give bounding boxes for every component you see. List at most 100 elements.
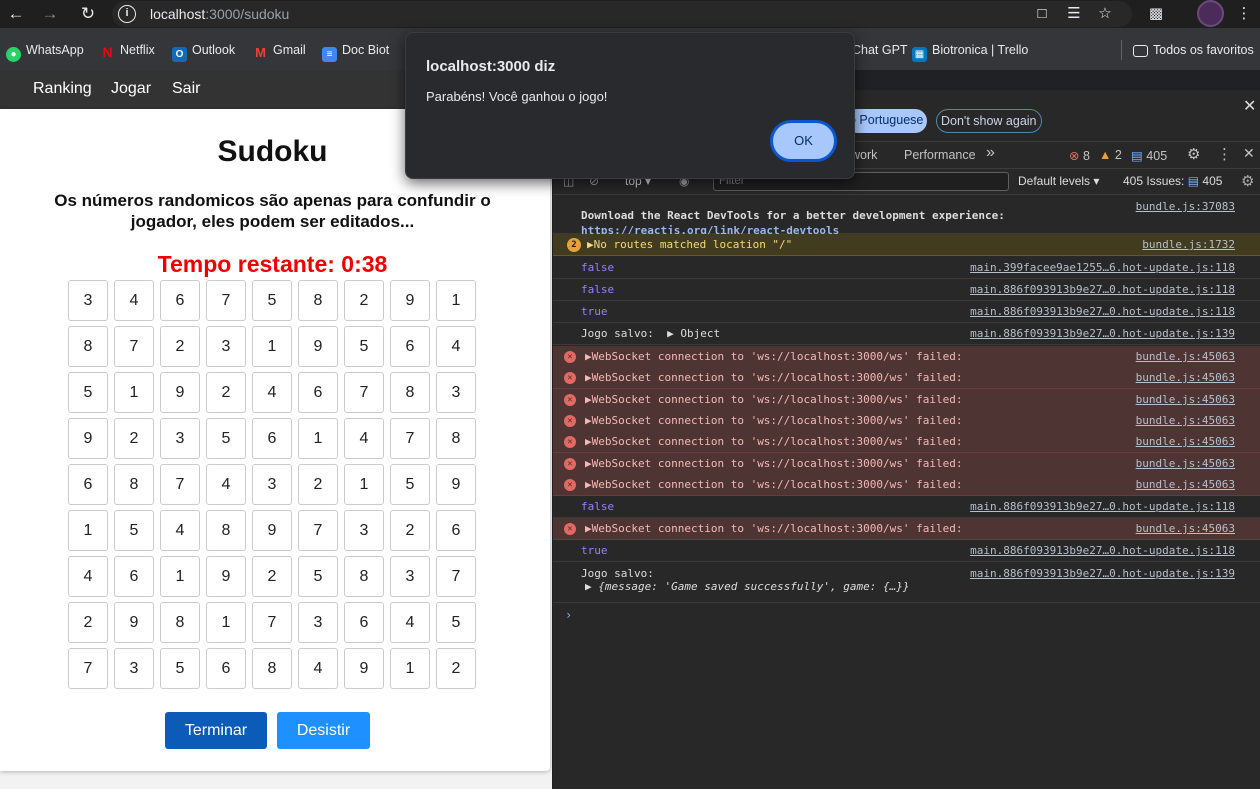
sudoku-cell[interactable]: 6 — [344, 602, 384, 643]
sudoku-cell[interactable]: 5 — [436, 602, 476, 643]
sudoku-cell[interactable]: 3 — [160, 418, 200, 459]
sudoku-cell[interactable]: 1 — [160, 556, 200, 597]
sudoku-cell[interactable]: 2 — [390, 510, 430, 551]
sudoku-cell[interactable]: 8 — [390, 372, 430, 413]
object-preview[interactable]: Object — [680, 327, 720, 340]
bookmark-gmail[interactable]: M Gmail — [253, 40, 306, 60]
source-link[interactable]: bundle.js:45063 — [1136, 435, 1235, 448]
sudoku-cell[interactable]: 1 — [114, 372, 154, 413]
bookmark-star-icon[interactable]: ☆ — [1095, 4, 1115, 24]
sudoku-cell[interactable]: 4 — [160, 510, 200, 551]
source-link[interactable]: main.886f093913b9e27…0.hot-update.js:118 — [970, 305, 1235, 318]
sudoku-cell[interactable]: 8 — [298, 280, 338, 321]
sudoku-cell[interactable]: 5 — [206, 418, 246, 459]
sudoku-cell[interactable]: 6 — [252, 418, 292, 459]
sudoku-cell[interactable]: 8 — [206, 510, 246, 551]
sudoku-cell[interactable]: 7 — [206, 280, 246, 321]
sudoku-cell[interactable]: 9 — [390, 280, 430, 321]
source-link[interactable]: bundle.js:37083 — [1136, 200, 1235, 213]
install-app-icon[interactable]: □ — [1032, 4, 1052, 24]
sudoku-cell[interactable]: 8 — [114, 464, 154, 505]
sudoku-cell[interactable]: 8 — [344, 556, 384, 597]
expand-triangle-icon[interactable]: ▶ — [585, 457, 592, 470]
sudoku-cell[interactable]: 8 — [160, 602, 200, 643]
bookmark-doc-biot[interactable]: ≡ Doc Biot — [322, 40, 389, 62]
sudoku-cell[interactable]: 9 — [344, 648, 384, 689]
sudoku-cell[interactable]: 4 — [436, 326, 476, 367]
source-link[interactable]: bundle.js:45063 — [1136, 457, 1235, 470]
sudoku-cell[interactable]: 9 — [298, 326, 338, 367]
tab-performance[interactable]: Performance — [904, 148, 976, 162]
source-link[interactable]: bundle.js:45063 — [1136, 478, 1235, 491]
error-counter[interactable]: ⊗ 8 — [1069, 148, 1090, 163]
sudoku-cell[interactable]: 8 — [252, 648, 292, 689]
close-banner-icon[interactable]: ✕ — [1243, 96, 1256, 116]
sudoku-cell[interactable]: 3 — [68, 280, 108, 321]
sudoku-cell[interactable]: 7 — [390, 418, 430, 459]
forward-icon[interactable]: → — [38, 2, 62, 26]
sudoku-cell[interactable]: 2 — [252, 556, 292, 597]
reload-icon[interactable]: ↻ — [76, 2, 100, 26]
bookmark-chatgpt[interactable]: Chat GPT — [852, 40, 908, 60]
sudoku-cell[interactable]: 7 — [252, 602, 292, 643]
expand-triangle-icon[interactable]: ▶ — [585, 371, 592, 384]
site-info-icon[interactable]: i — [118, 5, 136, 23]
bookmark-trello[interactable]: ▦ Biotronica | Trello — [912, 40, 1028, 62]
sudoku-cell[interactable]: 5 — [252, 280, 292, 321]
sudoku-cell[interactable]: 1 — [252, 326, 292, 367]
sudoku-cell[interactable]: 9 — [68, 418, 108, 459]
source-link[interactable]: bundle.js:45063 — [1136, 393, 1235, 406]
issues-counter[interactable]: ▤ 405 — [1131, 148, 1167, 163]
expand-triangle-icon[interactable]: ▶ — [585, 414, 592, 427]
profile-avatar[interactable] — [1197, 0, 1224, 27]
sudoku-cell[interactable]: 7 — [160, 464, 200, 505]
sudoku-cell[interactable]: 5 — [344, 326, 384, 367]
alert-ok-button[interactable]: OK — [770, 120, 837, 162]
sudoku-cell[interactable]: 9 — [160, 372, 200, 413]
sudoku-cell[interactable]: 6 — [390, 326, 430, 367]
url-text[interactable]: localhost:3000/sudoku — [150, 6, 289, 22]
expand-triangle-icon[interactable]: ▶ — [585, 435, 592, 448]
more-tabs-icon[interactable]: » — [986, 144, 995, 162]
bookmark-netflix[interactable]: N Netflix — [100, 40, 154, 60]
sudoku-cell[interactable]: 3 — [252, 464, 292, 505]
sudoku-cell[interactable]: 1 — [390, 648, 430, 689]
sudoku-cell[interactable]: 4 — [390, 602, 430, 643]
sudoku-cell[interactable]: 1 — [298, 418, 338, 459]
source-link[interactable]: bundle.js:45063 — [1136, 371, 1235, 384]
sudoku-cell[interactable]: 4 — [298, 648, 338, 689]
sudoku-cell[interactable]: 3 — [436, 372, 476, 413]
expand-triangle-icon[interactable]: ▶ — [587, 238, 594, 251]
back-icon[interactable]: ← — [4, 2, 28, 26]
warning-counter[interactable]: ▲ 2 — [1099, 148, 1122, 162]
devtools-menu-icon[interactable]: ⋮ — [1217, 145, 1232, 163]
source-link[interactable]: main.886f093913b9e27…0.hot-update.js:118 — [970, 500, 1235, 513]
source-link[interactable]: main.886f093913b9e27…0.hot-update.js:118 — [970, 544, 1235, 557]
sudoku-cell[interactable]: 2 — [114, 418, 154, 459]
sudoku-cell[interactable]: 2 — [206, 372, 246, 413]
sudoku-cell[interactable]: 7 — [436, 556, 476, 597]
sudoku-cell[interactable]: 2 — [298, 464, 338, 505]
bookmark-all-favorites[interactable]: Todos os favoritos — [1133, 40, 1254, 60]
sudoku-cell[interactable]: 3 — [206, 326, 246, 367]
source-link[interactable]: bundle.js:45063 — [1136, 522, 1235, 535]
sudoku-cell[interactable]: 6 — [114, 556, 154, 597]
quit-button[interactable]: Desistir — [277, 712, 370, 749]
sudoku-cell[interactable]: 1 — [344, 464, 384, 505]
sudoku-cell[interactable]: 2 — [344, 280, 384, 321]
source-link[interactable]: bundle.js:45063 — [1136, 350, 1235, 363]
sudoku-cell[interactable]: 5 — [114, 510, 154, 551]
nav-logout-link[interactable]: Sair — [172, 80, 200, 98]
console-prompt-icon[interactable]: › — [565, 608, 572, 622]
expand-triangle-icon[interactable]: ▶ — [660, 327, 680, 340]
source-link[interactable]: main.886f093913b9e27…0.hot-update.js:118 — [970, 283, 1235, 296]
log-levels-dropdown[interactable]: Default levels ▾ — [1018, 174, 1099, 188]
source-link[interactable]: bundle.js:45063 — [1136, 414, 1235, 427]
sudoku-cell[interactable]: 3 — [114, 648, 154, 689]
source-link[interactable]: main.886f093913b9e27…0.hot-update.js:139 — [970, 327, 1235, 340]
dont-show-again-button[interactable]: Don't show again — [936, 109, 1042, 133]
settings-gear-icon[interactable]: ⚙ — [1187, 145, 1200, 163]
expand-triangle-icon[interactable]: ▶ — [585, 522, 592, 535]
sudoku-cell[interactable]: 7 — [298, 510, 338, 551]
sudoku-cell[interactable]: 3 — [390, 556, 430, 597]
